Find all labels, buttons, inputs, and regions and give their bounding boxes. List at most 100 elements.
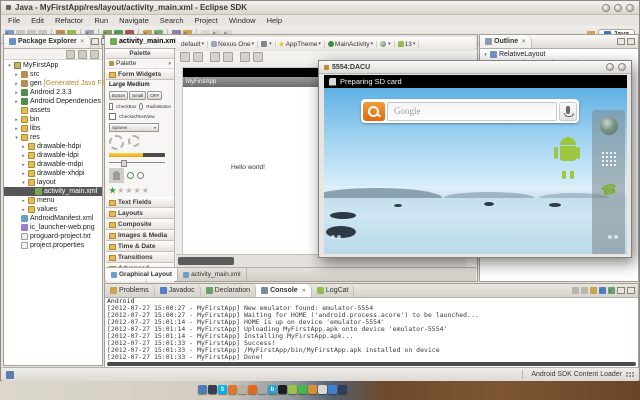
dock-icon[interactable]: [198, 385, 207, 394]
tree-item[interactable]: ▸ Android Dependencies: [4, 97, 102, 106]
menu-item[interactable]: Run: [93, 16, 109, 25]
view-tab[interactable]: LogCat: [312, 284, 355, 297]
package-explorer-tab[interactable]: Package Explorer ✕: [4, 35, 91, 48]
expand-arrow-icon[interactable]: ▾: [21, 180, 26, 186]
close-icon[interactable]: ✕: [80, 38, 85, 45]
palette-button-item[interactable]: Button: [109, 91, 128, 100]
tree-item[interactable]: ▾ MyFirstApp: [4, 61, 102, 70]
view-menu-icon[interactable]: [90, 50, 99, 59]
tree-item[interactable]: assets: [4, 106, 102, 115]
google-search-widget[interactable]: Google: [361, 99, 579, 123]
tree-item[interactable]: ▸ drawable-hdpi: [4, 142, 102, 151]
dock-icon[interactable]: [278, 385, 287, 394]
tree-item[interactable]: ▾ RelativeLayout: [480, 50, 638, 59]
emulator-titlebar[interactable]: 5554:DACU: [319, 61, 631, 74]
palette-progressbar-item[interactable]: [109, 153, 165, 157]
expand-arrow-icon[interactable]: ▸: [21, 198, 26, 204]
expand-arrow-icon[interactable]: ▸: [14, 126, 19, 132]
console-output[interactable]: Android [2012-07-27 15:00:27 - MyFirstAp…: [105, 297, 638, 361]
dock-icon[interactable]: [298, 385, 307, 394]
menu-item[interactable]: Project: [194, 16, 219, 25]
dock-icon[interactable]: b: [268, 385, 277, 394]
close-button[interactable]: [626, 4, 634, 12]
expand-arrow-icon[interactable]: ▾: [7, 63, 12, 69]
menu-item[interactable]: Edit: [30, 16, 45, 25]
collapse-all-icon[interactable]: [66, 50, 75, 59]
dock-icon[interactable]: [258, 385, 267, 394]
palette-section-form-widgets[interactable]: Form Widgets: [106, 69, 174, 80]
editor-mode-tab[interactable]: Graphical Layout: [106, 268, 178, 281]
menu-item[interactable]: Window: [228, 16, 257, 25]
dock-icon[interactable]: [318, 385, 327, 394]
palette-ratingbar-item[interactable]: ★★★★★: [109, 186, 171, 195]
palette-section[interactable]: Layouts: [106, 208, 174, 219]
dock-icon[interactable]: S: [218, 385, 227, 394]
expand-arrow-icon[interactable]: ▾: [483, 52, 488, 58]
palette-checkbox-label[interactable]: CheckBox: [116, 104, 137, 109]
tree-item[interactable]: activity_main.xml: [4, 187, 102, 196]
expand-arrow-icon[interactable]: ▸: [14, 117, 19, 123]
tree-item[interactable]: proguard-project.txt: [4, 232, 102, 241]
view-tab[interactable]: Javadoc: [155, 284, 201, 297]
expand-arrow-icon[interactable]: ▸: [14, 90, 19, 96]
checkbox-icon[interactable]: [109, 103, 113, 110]
dock-icon[interactable]: [238, 385, 247, 394]
palette-section[interactable]: Text Fields: [106, 197, 174, 208]
microphone-icon[interactable]: [559, 102, 577, 121]
palette-checkedtextview-row[interactable]: CheckedTextView: [109, 113, 171, 120]
palette-section[interactable]: Time & Date: [106, 241, 174, 252]
close-icon[interactable]: ✕: [521, 38, 526, 45]
palette-seekbar-item[interactable]: [109, 160, 165, 165]
console-toolbar-icon[interactable]: [608, 287, 615, 294]
tree-item[interactable]: ▸ Android 2.3.3: [4, 88, 102, 97]
dock-icon[interactable]: [228, 385, 237, 394]
expand-arrow-icon[interactable]: ▸: [14, 81, 19, 87]
tree-item[interactable]: ic_launcher-web.png: [4, 223, 102, 232]
expand-arrow-icon[interactable]: ▾: [14, 135, 19, 141]
chevron-down-icon[interactable]: ▾: [168, 61, 171, 67]
palette-spinner-item[interactable]: Spinner ▾: [109, 123, 159, 132]
minimize-view-icon[interactable]: [91, 38, 99, 45]
window-titlebar[interactable]: Java - MyFirstApp/res/layout/activity_ma…: [1, 1, 639, 15]
expand-arrow-icon[interactable]: ▸: [21, 207, 26, 213]
minimize-button[interactable]: [606, 63, 614, 71]
palette-section[interactable]: Images & Media: [106, 230, 174, 241]
minimize-button[interactable]: [602, 4, 610, 12]
dock-icon[interactable]: [208, 385, 217, 394]
outline-tab[interactable]: Outline ✕: [480, 35, 532, 48]
editor-mode-tab[interactable]: activity_main.xml: [178, 268, 246, 281]
dock-icon[interactable]: [338, 385, 347, 394]
tree-item[interactable]: ▸ libs: [4, 124, 102, 133]
preview-hello-text[interactable]: Hello world!: [231, 164, 265, 171]
orientation-icon[interactable]: [180, 52, 190, 62]
minimize-view-icon[interactable]: [617, 287, 625, 294]
expand-arrow-icon[interactable]: ▸: [21, 153, 26, 159]
view-tab[interactable]: Console: [256, 284, 312, 297]
dock-icon[interactable]: [328, 385, 337, 394]
menu-item[interactable]: Refactor: [54, 16, 84, 25]
tree-item[interactable]: ▾ layout: [4, 178, 102, 187]
config-dropdown[interactable]: 13 ▾: [395, 41, 420, 48]
view-tab[interactable]: Problems: [105, 284, 155, 297]
expand-arrow-icon[interactable]: ▸: [14, 72, 19, 78]
maximize-view-icon[interactable]: [627, 287, 635, 294]
resize-grip[interactable]: [626, 372, 634, 377]
console-toolbar-icon[interactable]: [572, 287, 579, 294]
properties-toggle-icon[interactable]: [253, 52, 263, 62]
tree-item[interactable]: ▸ src: [4, 70, 102, 79]
config-dropdown[interactable]: MainActivity ▾: [325, 41, 377, 48]
tree-item[interactable]: ▸ menu: [4, 196, 102, 205]
tree-item[interactable]: ▾ res: [4, 133, 102, 142]
search-icon[interactable]: [363, 102, 385, 121]
menu-item[interactable]: Help: [266, 16, 283, 25]
tree-item[interactable]: ▸ drawable-ldpi: [4, 151, 102, 160]
tree-item[interactable]: ▸ gen [Generated Java Files]: [4, 79, 102, 88]
zoom-options-icon[interactable]: [223, 52, 233, 62]
tree-item[interactable]: AndroidManifest.xml: [4, 214, 102, 223]
config-dropdown[interactable]: default ▾: [178, 41, 208, 48]
link-with-editor-icon[interactable]: [78, 50, 87, 59]
config-dropdown[interactable]: ▾: [377, 41, 395, 47]
tree-item[interactable]: ▸ drawable-mdpi: [4, 160, 102, 169]
dock-icon[interactable]: [248, 385, 257, 394]
search-input[interactable]: Google: [387, 102, 557, 121]
